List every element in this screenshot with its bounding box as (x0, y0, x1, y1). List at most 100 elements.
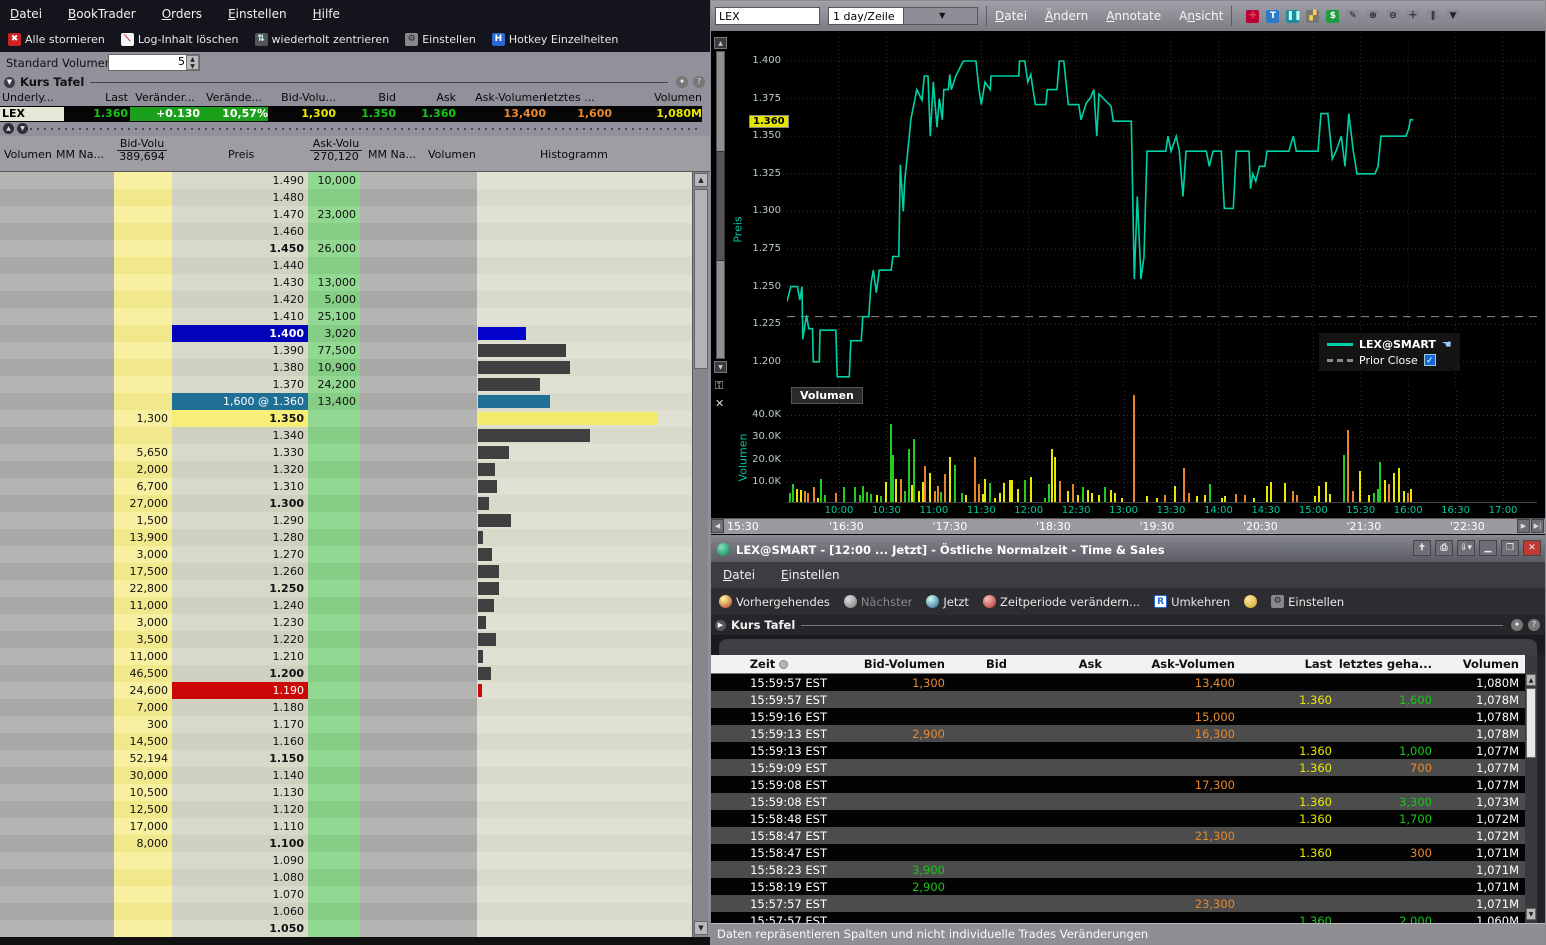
ts-row[interactable]: 15:59:08 EST1.3603,3001,073M (711, 793, 1525, 810)
ladder-price[interactable]: 1.150 (172, 750, 308, 767)
menu-item-booktrader[interactable]: BookTrader (68, 7, 136, 21)
quote-col-7[interactable]: Ask-Volumen (458, 91, 546, 104)
ladder-row[interactable]: 30,0001.140 (0, 767, 692, 784)
ts-row[interactable]: 15:58:19 EST2,9001,071M (711, 878, 1525, 895)
ladder-bid-volume[interactable]: 17,500 (114, 563, 172, 580)
ladder-row[interactable]: 3001.170 (0, 716, 692, 733)
ladder-price[interactable]: 1.460 (172, 223, 308, 240)
ladder-bid-volume[interactable]: 13,900 (114, 529, 172, 546)
ladder-row[interactable]: 1.060 (0, 903, 692, 920)
toolbar-item-clear-log[interactable]: ⟍Log-Inhalt löschen (121, 33, 239, 46)
export-icon[interactable]: ⇩▾ (1457, 540, 1475, 556)
ladder-row[interactable]: 1.37024,200 (0, 376, 692, 393)
ladder-scroll-thumb[interactable] (694, 189, 708, 369)
ladder-bid-volume[interactable]: 300 (114, 716, 172, 733)
ladder-bid-volume[interactable]: 52,194 (114, 750, 172, 767)
ts-row[interactable]: 15:59:57 EST1.3601,6001,078M (711, 691, 1525, 708)
ladder-ask-volume[interactable] (308, 461, 360, 478)
ladder-bid-volume[interactable] (114, 172, 172, 189)
menu-item-ndern[interactable]: Ändern (1045, 9, 1088, 23)
ladder-row[interactable]: 1.4205,000 (0, 291, 692, 308)
ladder-row[interactable]: 3,5001.220 (0, 631, 692, 648)
ladder-bid-volume[interactable] (114, 393, 172, 410)
ts-col-4[interactable]: Ask-Volumen (1108, 655, 1241, 673)
ts-titlebar[interactable]: LEX@SMART - [12:00 ... Jetzt] - Östliche… (711, 537, 1545, 562)
ladder-row[interactable]: 11,0001.210 (0, 648, 692, 665)
ladder-ask-volume[interactable] (308, 903, 360, 920)
ladder-row[interactable]: 24,6001.190 (0, 682, 692, 699)
study-icon[interactable]: ▞ (1306, 10, 1319, 23)
ladder-ask-volume[interactable] (308, 818, 360, 835)
expand-icon[interactable]: ▶ (715, 620, 726, 631)
chart-zoom-thumb[interactable] (716, 151, 725, 261)
menu-item-orders[interactable]: Orders (162, 7, 202, 21)
scroll-down-button[interactable]: ▼ (17, 123, 28, 134)
filter-icon[interactable]: ▼ (1446, 10, 1459, 23)
ladder-bid-volume[interactable]: 27,000 (114, 495, 172, 512)
ladder-bid-volume[interactable]: 24,600 (114, 682, 172, 699)
ladder-bid-volume[interactable]: 14,500 (114, 733, 172, 750)
ladder-ask-volume[interactable]: 10,000 (308, 172, 360, 189)
ladder-row[interactable]: 1.47023,000 (0, 206, 692, 223)
ts-row[interactable]: 15:59:09 EST1.3607001,077M (711, 759, 1525, 776)
ladder-ask-volume[interactable]: 13,000 (308, 274, 360, 291)
ladder-bid-volume[interactable]: 7,000 (114, 699, 172, 716)
ladder-row[interactable]: 7,0001.180 (0, 699, 692, 716)
ts-scrollbar[interactable]: ▲ ▼ (1525, 655, 1537, 923)
ladder-row[interactable]: 1.43013,000 (0, 274, 692, 291)
ladder-bid-volume[interactable]: 3,000 (114, 614, 172, 631)
ladder-price[interactable]: 1.180 (172, 699, 308, 716)
chart-scroll-down-icon[interactable]: ▼ (714, 361, 727, 373)
ts-row[interactable]: 15:58:48 EST1.3601,7001,072M (711, 810, 1525, 827)
ladder-ask-volume[interactable] (308, 682, 360, 699)
ladder-price[interactable]: 1.490 (172, 172, 308, 189)
standard-volume-stepper[interactable]: ▲▼ (186, 55, 199, 70)
ladder-row[interactable]: 1,5001.290 (0, 512, 692, 529)
ladder-ask-volume[interactable] (308, 546, 360, 563)
ladder-bid-volume[interactable]: 1,300 (114, 410, 172, 427)
ladder-bid-volume[interactable]: 30,000 (114, 767, 172, 784)
menu-item-einstellen[interactable]: Einstellen (781, 568, 840, 582)
maximize-icon[interactable]: ❐ (1501, 540, 1519, 556)
ts-toolbar-now[interactable]: Jetzt (926, 595, 969, 609)
ladder-price[interactable]: 1.070 (172, 886, 308, 903)
chart-time-scrollbar[interactable]: ◀ ▶ ▶| 15:30'16:30'17:30'18:30'19:30'20:… (711, 518, 1545, 534)
scroll-left-icon[interactable]: ◀ (711, 519, 724, 533)
menu-item-annotate[interactable]: Annotate (1106, 9, 1161, 23)
ladder-ask-volume[interactable] (308, 410, 360, 427)
col-histogramm[interactable]: Histogramm (540, 148, 608, 161)
chart-scroll-up-icon[interactable]: ▲ (714, 37, 727, 49)
menu-item-hilfe[interactable]: Hilfe (313, 7, 340, 21)
ladder-ask-volume[interactable] (308, 597, 360, 614)
ladder-price[interactable]: 1.230 (172, 614, 308, 631)
ladder-bid-volume[interactable] (114, 206, 172, 223)
ladder-row[interactable]: 6,7001.310 (0, 478, 692, 495)
ts-row[interactable]: 15:58:47 EST21,3001,072M (711, 827, 1525, 844)
ladder-bid-volume[interactable] (114, 274, 172, 291)
ladder-row[interactable]: 1.480 (0, 189, 692, 206)
ladder-ask-volume[interactable] (308, 257, 360, 274)
menu-item-datei[interactable]: Datei (723, 568, 755, 582)
col-volumen-2[interactable]: Volumen (428, 148, 476, 161)
ladder-bid-volume[interactable]: 10,500 (114, 784, 172, 801)
ladder-row[interactable]: 1.050 (0, 920, 692, 937)
ladder-price[interactable]: 1.380 (172, 359, 308, 376)
ladder-row[interactable]: 1.41025,100 (0, 308, 692, 325)
ladder-price[interactable]: 1.410 (172, 308, 308, 325)
hand-icon[interactable]: ✦ (1511, 619, 1523, 631)
ladder-ask-volume[interactable] (308, 750, 360, 767)
ts-tab[interactable] (719, 639, 1537, 655)
ladder-row[interactable]: 1.440 (0, 257, 692, 274)
ladder-ask-volume[interactable] (308, 580, 360, 597)
ladder-price[interactable]: 1.060 (172, 903, 308, 920)
ladder-ask-volume[interactable] (308, 631, 360, 648)
ladder-bid-volume[interactable] (114, 240, 172, 257)
ladder-ask-volume[interactable] (308, 614, 360, 631)
ladder-ask-volume[interactable] (308, 835, 360, 852)
zoom-in-icon[interactable]: ⊕ (1366, 10, 1379, 23)
ladder-bid-volume[interactable] (114, 903, 172, 920)
ladder-price[interactable]: 1.130 (172, 784, 308, 801)
ladder-price[interactable]: 1.090 (172, 852, 308, 869)
ladder-price[interactable]: 1.050 (172, 920, 308, 937)
ladder-row[interactable]: 5,6501.330 (0, 444, 692, 461)
